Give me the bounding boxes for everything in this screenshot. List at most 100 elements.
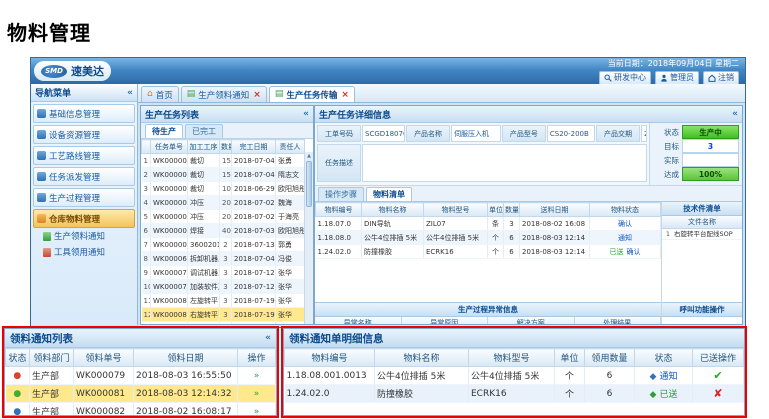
table-cell: 5 <box>142 210 151 224</box>
tab-material-list[interactable]: 物料清单 <box>366 187 412 201</box>
tab-task-transfer[interactable]: ▤ 生产任务传输 × <box>269 86 355 102</box>
table-row[interactable]: 12WK000081右旋转平台配32018-07-19张华 <box>142 308 305 322</box>
cell-text[interactable]: 确认 <box>618 220 632 228</box>
module-icon <box>37 151 46 160</box>
tech-file-row[interactable]: 1 右旋转平台配线SOP <box>662 229 742 240</box>
check-icon[interactable]: ✔ <box>713 369 722 382</box>
table-row[interactable]: 1.18.08.001.0013公牛4位排插 5米公牛4位排插 5米个6◆通知✔ <box>285 367 744 385</box>
table-row[interactable]: 9WK000078调试机器人走32018-07-12张华 <box>142 266 305 280</box>
close-tab-icon[interactable]: × <box>253 90 261 100</box>
tab-home[interactable]: ⌂ 首页 <box>141 86 179 102</box>
scrollbar-thumb[interactable] <box>306 161 312 207</box>
table-row[interactable]: 7WK000007360020122018-07-13郭勇 <box>142 238 305 252</box>
dispatch-icon[interactable]: » <box>254 407 260 417</box>
table-cell: WK000081 <box>151 308 188 322</box>
table-cell: 11 <box>142 294 151 308</box>
cell-text[interactable]: 通知 <box>618 234 632 242</box>
collapse-panel-icon[interactable]: « <box>265 333 271 343</box>
sidebar-subitem-material-notice[interactable]: 生产领料通知 <box>31 228 137 244</box>
sidebar-subitem-tool-notice[interactable]: 工具领用通知 <box>31 244 137 260</box>
sidebar-item-production[interactable]: 生产过程管理 <box>33 188 135 207</box>
table-cell: 冲压 <box>188 196 220 210</box>
table-cell: » <box>238 403 276 417</box>
scroll-up-icon[interactable]: ▲ <box>305 152 313 160</box>
product-model-field[interactable]: CS20-200B <box>547 125 595 142</box>
table-row[interactable]: 6WK000006焊接402018-07-03欧阳旭彤 <box>142 224 305 238</box>
sidebar-item-task-dispatch[interactable]: 任务派发管理 <box>33 167 135 186</box>
collapse-sidebar-icon[interactable]: « <box>127 88 133 98</box>
table-row[interactable]: 1.18.08.0公牛4位排插 5米公牛4位排插 5米个62018-08-03 … <box>316 231 661 245</box>
tab-material-notice[interactable]: ▤ 生产领料通知 × <box>181 86 267 102</box>
filter-finished-tab[interactable]: 已完工 <box>185 124 223 138</box>
table-row[interactable]: 5WK000005冲压202018-07-02于海亮 <box>142 210 305 224</box>
vertical-scrollbar[interactable]: ▲ <box>304 152 313 324</box>
dispatch-icon[interactable]: » <box>254 371 260 381</box>
sidebar-item-process-route[interactable]: 工艺路线管理 <box>33 146 135 165</box>
table-cell: 6 <box>585 367 635 385</box>
table-row[interactable]: ●生产部WK0000812018-08-03 12:14:32» <box>6 385 276 403</box>
table-row[interactable]: 11WK000080左旋转平台配32018-07-19张华 <box>142 294 305 308</box>
table-cell: 2018-07-19 <box>232 308 276 322</box>
rd-center-button[interactable]: 研发中心 <box>599 71 651 85</box>
table-cell: 2018-07-04 <box>232 168 276 182</box>
column-header: 责任人 <box>276 140 305 154</box>
work-area: ⌂ 首页 ▤ 生产领料通知 × ▤ 生产任务传输 × 生产任务列表 <box>138 84 745 325</box>
table-row[interactable]: 1.24.02.0防撞橡胶ECRK16个6◆已送✘ <box>285 385 744 403</box>
document-icon: ▤ <box>275 90 284 99</box>
table-row[interactable]: 1.18.07.0DIN导轨ZIL07条32018-08-02 16:08确认 <box>316 217 661 231</box>
table-row[interactable]: 1WK000001裁切152018-07-04张勇 <box>142 154 305 168</box>
sidebar-item-base-info[interactable]: 基础信息管理 <box>33 104 135 123</box>
table-row[interactable]: ●生产部WK0000822018-08-02 16:08:17» <box>6 403 276 417</box>
column-header: 数量 <box>504 203 520 217</box>
admin-user-button[interactable]: 管理员 <box>655 71 699 85</box>
table-cell: 公牛4位排插 5米 <box>362 231 424 245</box>
filter-pending-tab[interactable]: 待生产 <box>145 124 183 138</box>
table-row[interactable]: ●生产部WK0000792018-08-03 16:55:50» <box>6 367 276 385</box>
table-cell: 6 <box>142 224 151 238</box>
table-cell: WK000001 <box>151 154 188 168</box>
table-cell: ✔ <box>693 367 744 385</box>
product-name-field[interactable]: 伺服压入机 <box>451 125 501 142</box>
table-row[interactable]: 1.24.02.0防撞橡胶ECRK16个62018-08-03 12:14已送确… <box>316 245 661 259</box>
table-cell: 3 <box>142 182 151 196</box>
table-cell: 2018-06-29 <box>232 182 276 196</box>
table-cell: 魏海 <box>276 196 305 210</box>
table-cell: WK000007 <box>151 238 188 252</box>
table-row[interactable]: 10WK000079加装软件及显32018-07-12张华 <box>142 280 305 294</box>
cell-text[interactable]: 确认 <box>627 248 641 256</box>
table-cell: 2 <box>220 238 232 252</box>
table-cell: WK000004 <box>151 196 188 210</box>
logout-button[interactable]: 注销 <box>703 71 739 85</box>
tab-operation-steps[interactable]: 操作步骤 <box>318 187 364 201</box>
table-row[interactable]: 4WK000004冲压202018-07-02魏海 <box>142 196 305 210</box>
tab-bar: ⌂ 首页 ▤ 生产领料通知 × ▤ 生产任务传输 × <box>138 84 745 103</box>
dispatch-icon[interactable]: » <box>254 389 260 399</box>
sidebar-item-warehouse-material[interactable]: 仓库物料管理 <box>33 209 135 228</box>
user-red-icon: ● <box>13 371 21 381</box>
table-cell: 6 <box>585 385 635 403</box>
stat-label: 达成 <box>653 169 679 180</box>
cell-text[interactable]: 通知 <box>659 372 677 382</box>
column-header: 异常原因 <box>402 317 489 325</box>
task-desc-input[interactable] <box>362 144 647 182</box>
sidebar-item-label: 工艺路线管理 <box>49 150 100 162</box>
table-cell: 3 <box>220 308 232 322</box>
workorder-field[interactable]: SCGD1807060 <box>362 125 405 142</box>
cross-icon[interactable]: ✘ <box>713 387 722 400</box>
sent-icon: ◆ <box>650 390 657 400</box>
collapse-panel-icon[interactable]: « <box>303 109 309 119</box>
table-row[interactable]: 3WK000003裁切102018-06-29欧阳旭彤 <box>142 182 305 196</box>
due-date-field[interactable]: 2018-07-30 <box>641 125 647 142</box>
table-cell: ZIL07 <box>424 217 488 231</box>
module-icon <box>37 109 46 118</box>
table-row[interactable]: 2WK000002裁切152018-07-04隋志文 <box>142 168 305 182</box>
sidebar-item-equipment[interactable]: 设备资源管理 <box>33 125 135 144</box>
table-cell: 生产部 <box>30 385 74 403</box>
table-cell: 2018-08-03 12:14:32 <box>134 385 238 403</box>
table-row[interactable]: 13WK000082整机装配32018-07-12张伟 <box>142 322 305 325</box>
close-tab-icon[interactable]: × <box>341 90 349 100</box>
table-row[interactable]: 8WK000068拆卸机器人32018-07-04冯俊 <box>142 252 305 266</box>
collapse-panel-icon[interactable]: « <box>732 109 738 119</box>
column-header <box>142 140 151 154</box>
table-cell: 2018-07-12 <box>232 280 276 294</box>
